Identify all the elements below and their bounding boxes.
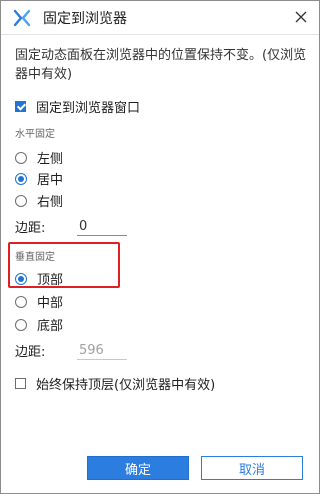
vertical-margin-input <box>77 341 127 360</box>
description-text: 固定动态面板在浏览器中的位置保持不变。(仅浏览器中有效) <box>15 48 307 82</box>
radio-horizontal-center[interactable]: 居中 <box>15 169 63 188</box>
dialog-title: 固定到浏览器 <box>43 11 127 27</box>
radio-horizontal-right[interactable]: 右侧 <box>15 191 63 210</box>
horizontal-margin-row: 边距: <box>15 217 127 236</box>
vertical-margin-row: 边距: <box>15 341 127 360</box>
cancel-button[interactable]: 取消 <box>201 456 303 480</box>
pin-to-browser-dialog: 固定到浏览器 固定动态面板在浏览器中的位置保持不变。(仅浏览器中有效) 固定到浏… <box>0 0 320 494</box>
vertical-section-label: 垂直固定 <box>15 252 55 263</box>
vertical-margin-label: 边距: <box>15 345 46 360</box>
always-on-top-checkbox-row[interactable]: 始终保持顶层(仅浏览器中有效) <box>15 374 215 393</box>
radio-label: 居中 <box>37 173 64 188</box>
radio-label: 右侧 <box>37 195 64 210</box>
radio-vertical-top[interactable]: 顶部 <box>15 269 63 288</box>
app-logo-icon <box>13 9 31 27</box>
pin-to-browser-label: 固定到浏览器窗口 <box>36 101 141 116</box>
radio-button[interactable] <box>15 172 27 185</box>
pin-to-browser-checkbox-row[interactable]: 固定到浏览器窗口 <box>15 97 140 116</box>
radio-label: 底部 <box>37 319 64 334</box>
radio-horizontal-left[interactable]: 左侧 <box>15 148 63 167</box>
radio-button[interactable] <box>15 318 27 331</box>
radio-label: 中部 <box>37 296 64 311</box>
radio-vertical-middle[interactable]: 中部 <box>15 292 63 311</box>
radio-vertical-bottom[interactable]: 底部 <box>15 315 63 334</box>
horizontal-section-label: 水平固定 <box>15 129 55 140</box>
close-icon[interactable] <box>293 9 309 25</box>
radio-button[interactable] <box>15 151 27 164</box>
horizontal-margin-input[interactable] <box>77 217 127 236</box>
radio-button[interactable] <box>15 272 27 285</box>
radio-label: 顶部 <box>37 273 64 288</box>
radio-button[interactable] <box>15 194 27 207</box>
always-on-top-checkbox[interactable] <box>15 378 26 389</box>
horizontal-margin-label: 边距: <box>15 221 46 236</box>
always-on-top-label: 始终保持顶层(仅浏览器中有效) <box>36 378 216 393</box>
pin-to-browser-checkbox[interactable] <box>15 101 26 112</box>
ok-button[interactable]: 确定 <box>87 456 189 480</box>
radio-label: 左侧 <box>37 152 64 167</box>
radio-button[interactable] <box>15 295 27 308</box>
title-bar: 固定到浏览器 <box>1 1 319 35</box>
